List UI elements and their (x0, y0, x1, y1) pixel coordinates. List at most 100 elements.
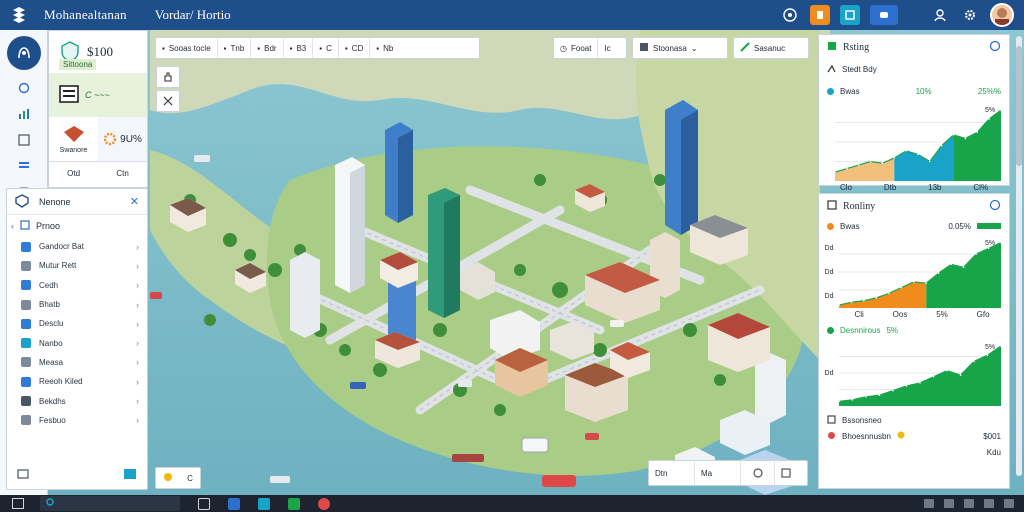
area-chart-svg: 5% (839, 240, 1001, 308)
data-point (900, 286, 903, 289)
map-tool-3[interactable]: ▪ B3 (284, 38, 314, 58)
tray-icon-5[interactable] (1004, 499, 1014, 508)
panel2-metric-bar (977, 223, 1001, 229)
tray-icon-3[interactable] (964, 499, 974, 508)
build-icon[interactable] (16, 132, 32, 148)
layer-icon (639, 42, 649, 54)
map-tool-4[interactable]: ▪ C (313, 38, 339, 58)
chevron-right-icon: › (136, 338, 139, 349)
taskbar-search[interactable] (40, 496, 180, 511)
start-icon[interactable] (12, 498, 24, 509)
map-icon[interactable] (840, 5, 860, 25)
refresh-icon[interactable] (989, 40, 1001, 55)
menu-item[interactable]: Bhatb › (7, 295, 147, 314)
tray-icon-2[interactable] (944, 499, 954, 508)
map-tool-6[interactable]: ▪ Nb (370, 38, 399, 58)
speed-label: Ic (604, 43, 611, 53)
status-foot-a[interactable]: Otd (67, 169, 80, 178)
help-icon[interactable] (780, 5, 800, 25)
time-label: Fooat (570, 43, 592, 53)
panel1-chart[interactable]: 5% (835, 103, 1001, 181)
axis-tick-label: Dd (824, 292, 834, 300)
data-point (893, 157, 896, 159)
fullscreen-icon[interactable] (775, 461, 797, 485)
menu-item[interactable]: Cedh › (7, 276, 147, 295)
home-icon[interactable] (6, 36, 41, 70)
menu-item-icon (21, 318, 31, 329)
layer-selector[interactable]: Stoonasa ⌄ (632, 37, 728, 59)
menu-item[interactable]: Bekdhs › (7, 391, 147, 410)
panel1-sub: Stedt Bdy (842, 64, 877, 74)
menu-footer-action-icon[interactable] (123, 468, 137, 482)
menu-item[interactable]: Nanbo › (7, 333, 147, 352)
map-zoom-control[interactable]: C (155, 467, 201, 489)
calculator-icon[interactable] (59, 85, 79, 105)
menu-item-label: Fesbuo (39, 415, 66, 425)
list-icon[interactable] (16, 158, 32, 174)
app-icon-3[interactable] (288, 497, 300, 510)
user-icon[interactable] (930, 5, 950, 25)
time-speed[interactable]: Ic (598, 38, 616, 58)
data-point (905, 150, 907, 152)
status-foot-b[interactable]: Ctn (116, 169, 128, 178)
panel1-metric-label: Bwas (840, 86, 860, 96)
settings-icon[interactable] (960, 5, 980, 25)
data-point (878, 394, 881, 397)
data-point (959, 374, 962, 377)
menu-item-icon (21, 415, 31, 426)
production-tile[interactable]: 9U% (98, 117, 147, 161)
data-point (875, 297, 878, 299)
menu-item[interactable]: Gandocr Bat › (7, 237, 147, 256)
menu-item[interactable]: Measa › (7, 353, 147, 372)
refresh-icon[interactable] (16, 80, 32, 96)
menu-item-label: Cedh (39, 280, 59, 290)
hand-tool-icon[interactable] (156, 66, 180, 88)
app-icon-1[interactable] (228, 497, 240, 510)
menu-item[interactable]: Desclu › (7, 314, 147, 333)
close-icon[interactable]: ✕ (130, 195, 139, 208)
scrollbar-thumb[interactable] (1016, 46, 1022, 166)
resource-tile[interactable]: Swanore (49, 117, 98, 161)
area-chart-svg: 5% (835, 107, 1001, 181)
map-tool-1[interactable]: ▪ Tnb (218, 38, 252, 58)
rotate-icon[interactable] (741, 461, 775, 485)
money-value: $100 (87, 44, 113, 59)
clock-icon: ◷ (560, 43, 567, 53)
menu-item[interactable]: Fesbuo › (7, 411, 147, 430)
time-pause[interactable]: ◷ Fooat (554, 38, 599, 58)
avatar[interactable] (990, 3, 1014, 27)
map-tool-5[interactable]: ▪ CD (339, 38, 371, 58)
tray-icon-4[interactable] (984, 499, 994, 508)
measure-tool-icon[interactable] (156, 90, 180, 112)
chart-icon[interactable] (16, 106, 32, 122)
data-point (925, 282, 928, 285)
map-tool-2[interactable]: ▪ Bdr (251, 38, 284, 58)
chat-icon[interactable] (870, 5, 898, 25)
panel-scrollbar[interactable] (1016, 36, 1022, 476)
axis-tick-label: Clo (839, 182, 852, 192)
app-icon-4[interactable] (318, 497, 330, 510)
stats-panel-2: Ronliny Bwas 0.05% Dd Dd Dd 5% Cli Oos 5% Gfo… (818, 193, 1010, 489)
data-point (888, 292, 890, 295)
menu-footer-icon[interactable] (17, 469, 29, 481)
panel2-chart[interactable]: 5% (839, 236, 1001, 308)
chevron-left-icon[interactable]: ‹ (11, 221, 14, 231)
gear-icon (103, 132, 117, 146)
app-icon-2[interactable] (258, 497, 270, 510)
filter-selector[interactable]: Sasanuc (733, 37, 809, 59)
bottom-left-control[interactable]: Dtn (649, 461, 695, 485)
alert-icon[interactable] (810, 5, 830, 25)
refresh-icon[interactable] (989, 199, 1001, 214)
menu-item[interactable]: Mutur Rett › (7, 256, 147, 275)
menu-item[interactable]: Reeoh Kiled › (7, 372, 147, 391)
map-tool-label: C (326, 43, 332, 53)
map-tool-0[interactable]: ▪ Sooas tocle (156, 38, 218, 58)
app-logo-icon[interactable] (8, 4, 30, 26)
data-point (917, 153, 919, 156)
data-point (937, 272, 940, 274)
panel2-chart-2[interactable]: 5% (839, 340, 1001, 406)
bottom-mid-control[interactable]: Ma (695, 461, 741, 485)
map-tool-label: Nb (383, 43, 394, 53)
taskview-icon[interactable] (198, 497, 210, 510)
tray-icon-1[interactable] (924, 499, 934, 508)
